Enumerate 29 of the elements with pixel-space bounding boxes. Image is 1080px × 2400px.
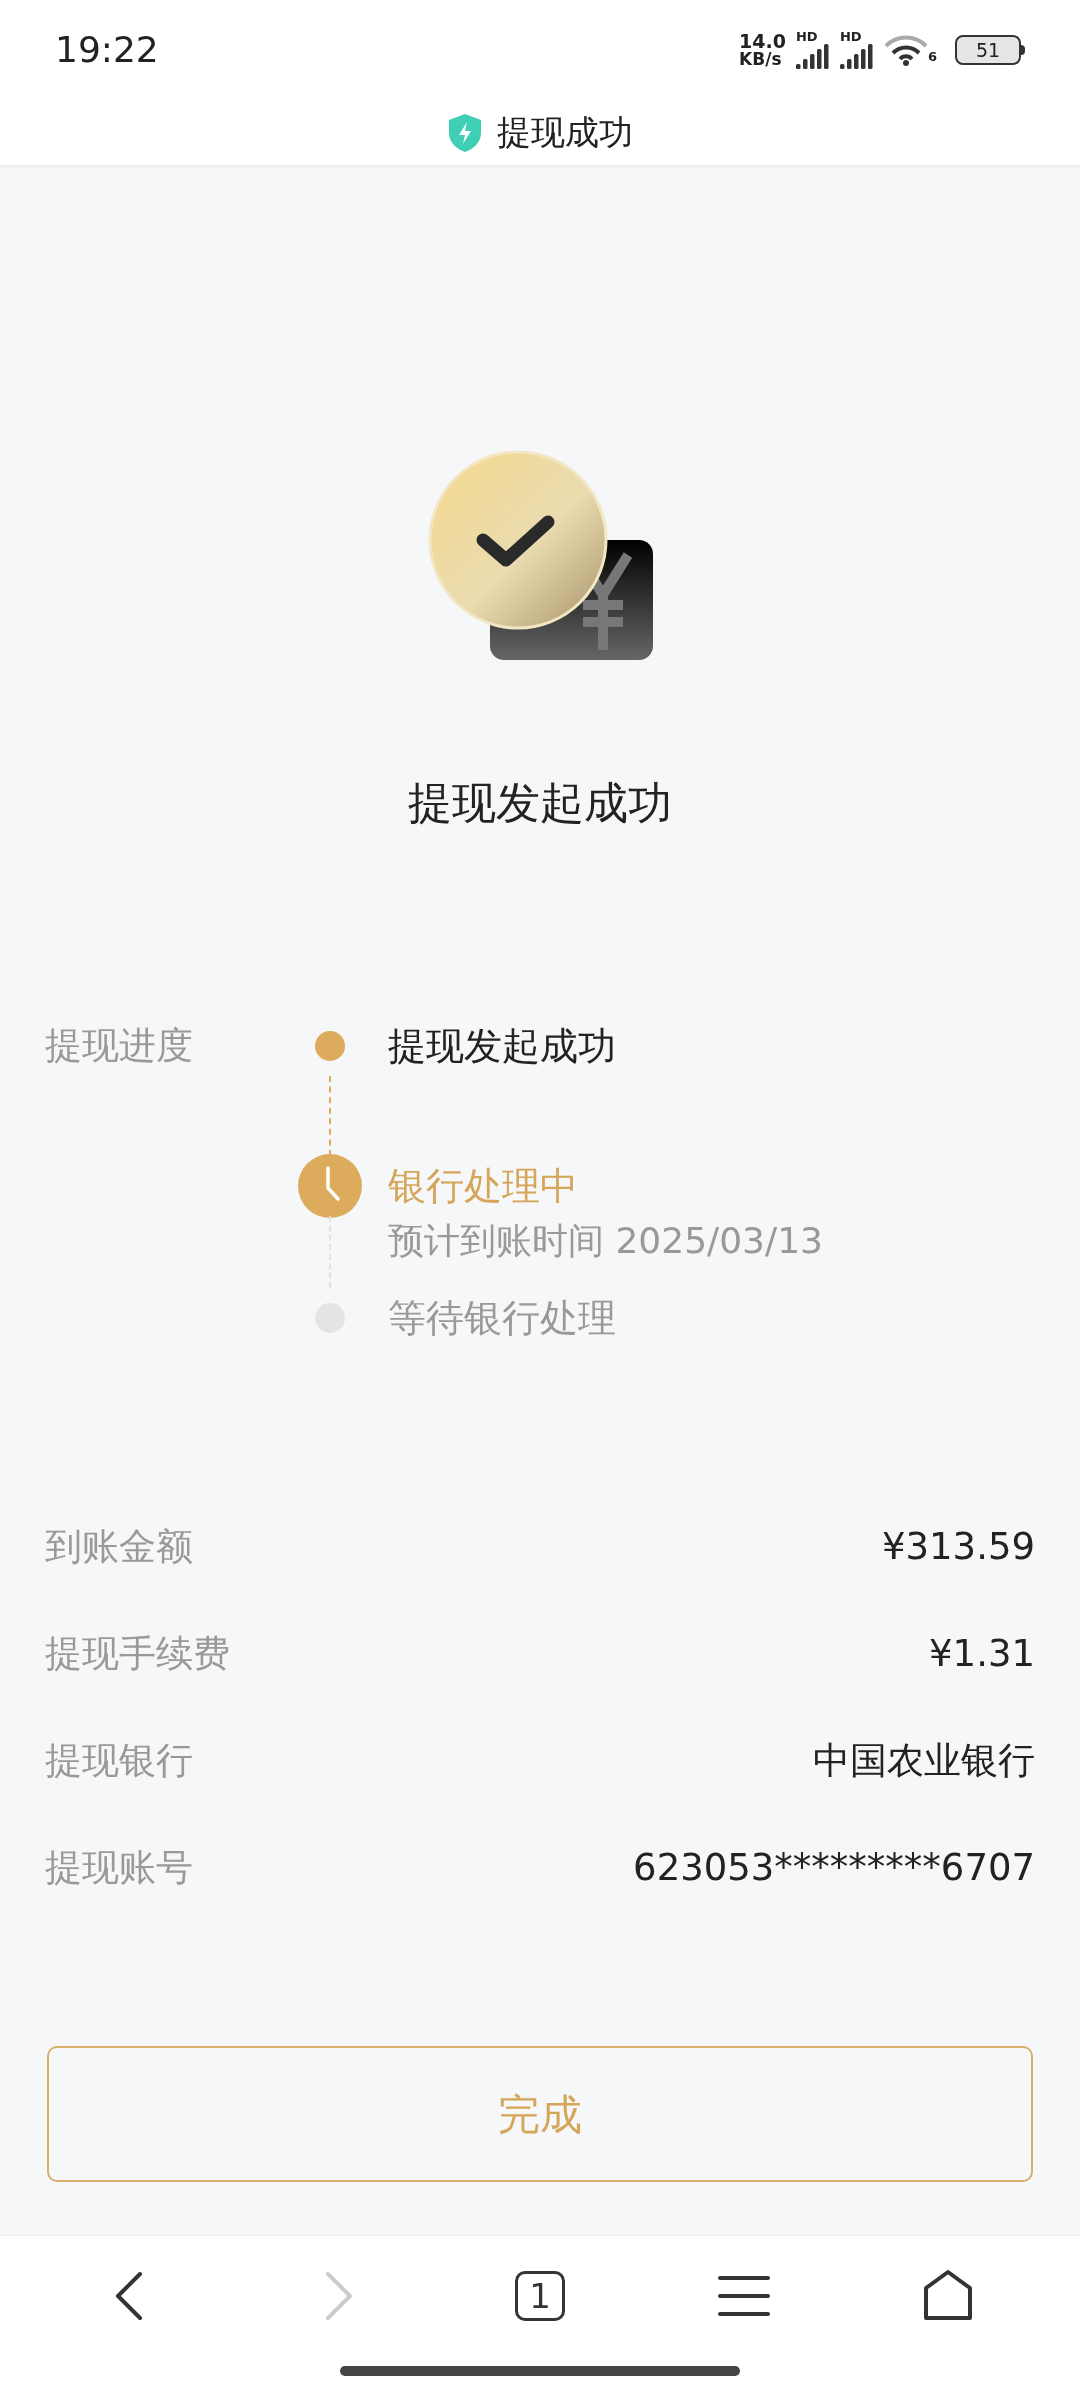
step-title: 银行处理中 bbox=[388, 1163, 579, 1210]
network-speed-unit: KB/s bbox=[739, 50, 783, 68]
wifi-icon bbox=[883, 34, 928, 66]
detail-value: 623053*********6707 bbox=[633, 1844, 1035, 1891]
step-subtitle: 预计到账时间 2025/03/13 bbox=[388, 1219, 823, 1263]
page-title: 提现成功 bbox=[497, 111, 633, 154]
detail-value: ¥313.59 bbox=[882, 1523, 1035, 1570]
network-speed: 14.0 bbox=[739, 32, 786, 50]
result-title: 提现发起成功 bbox=[408, 776, 672, 830]
detail-label: 提现手续费 bbox=[45, 1630, 230, 1677]
tabs-button[interactable]: 1 bbox=[515, 2271, 565, 2321]
battery-indicator: 51 bbox=[955, 35, 1021, 65]
wifi-label: 6 bbox=[927, 47, 937, 66]
step-title: 等待银行处理 bbox=[388, 1295, 616, 1342]
hd-label: HD bbox=[795, 29, 819, 43]
detail-value: 中国农业银行 bbox=[813, 1737, 1035, 1784]
detail-label: 提现银行 bbox=[45, 1737, 193, 1784]
status-time: 19:22 bbox=[55, 28, 159, 72]
signal-icon bbox=[839, 42, 874, 71]
progress-label: 提现进度 bbox=[45, 1023, 194, 1069]
signal-icon bbox=[795, 42, 830, 71]
clock-icon bbox=[298, 1154, 362, 1218]
detail-label: 提现账号 bbox=[45, 1844, 193, 1891]
detail-value: ¥1.31 bbox=[929, 1630, 1035, 1677]
step-title: 提现发起成功 bbox=[388, 1023, 616, 1070]
success-check-icon bbox=[427, 450, 653, 660]
hd-label: HD bbox=[839, 29, 863, 43]
detail-label: 到账金额 bbox=[45, 1523, 193, 1570]
shield-icon bbox=[447, 112, 483, 153]
